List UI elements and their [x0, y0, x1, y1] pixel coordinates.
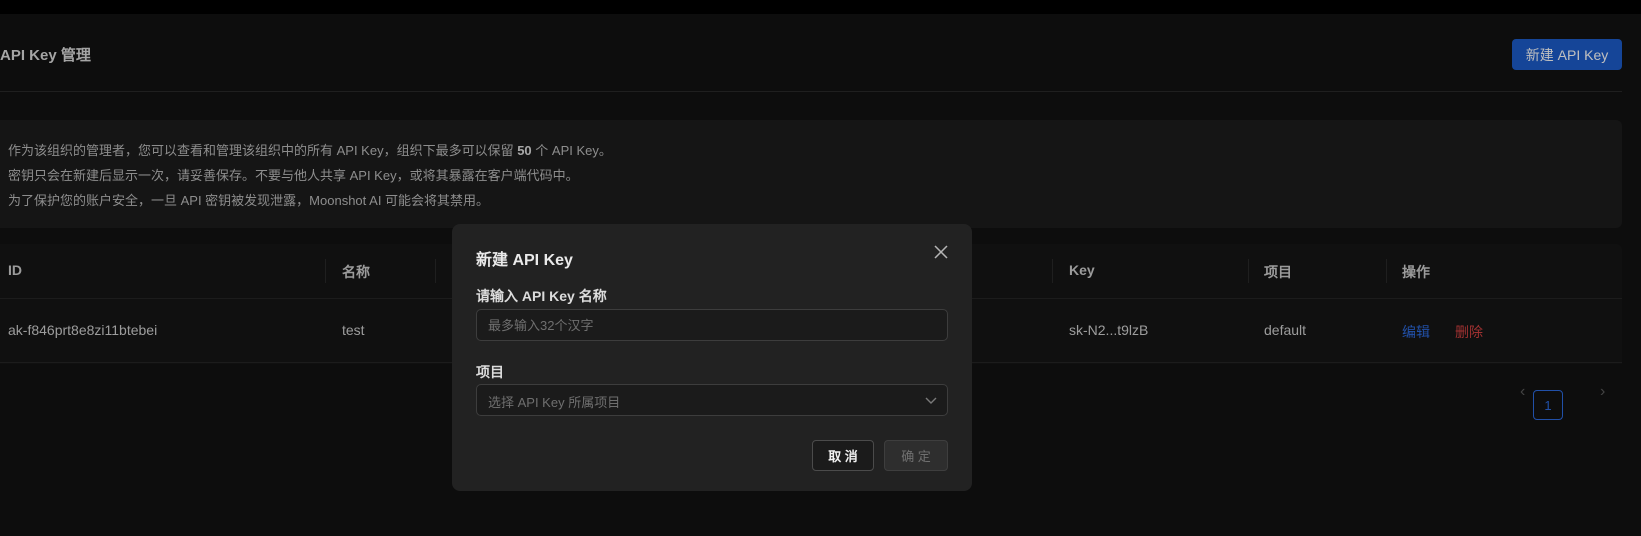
new-api-key-dialog: 新建 API Key 请输入 API Key 名称 项目 选择 API Key …: [452, 224, 972, 491]
api-key-name-input[interactable]: [476, 309, 948, 341]
dialog-title: 新建 API Key: [476, 252, 573, 269]
name-label: 请输入 API Key 名称: [476, 288, 607, 304]
project-label: 项目: [476, 364, 504, 380]
cancel-button[interactable]: 取 消: [812, 440, 874, 471]
confirm-button[interactable]: 确 定: [884, 440, 948, 471]
project-select[interactable]: 选择 API Key 所属项目: [476, 384, 948, 416]
chevron-down-icon: [925, 397, 937, 404]
project-select-placeholder: 选择 API Key 所属项目: [488, 395, 621, 410]
close-icon[interactable]: [932, 243, 950, 261]
